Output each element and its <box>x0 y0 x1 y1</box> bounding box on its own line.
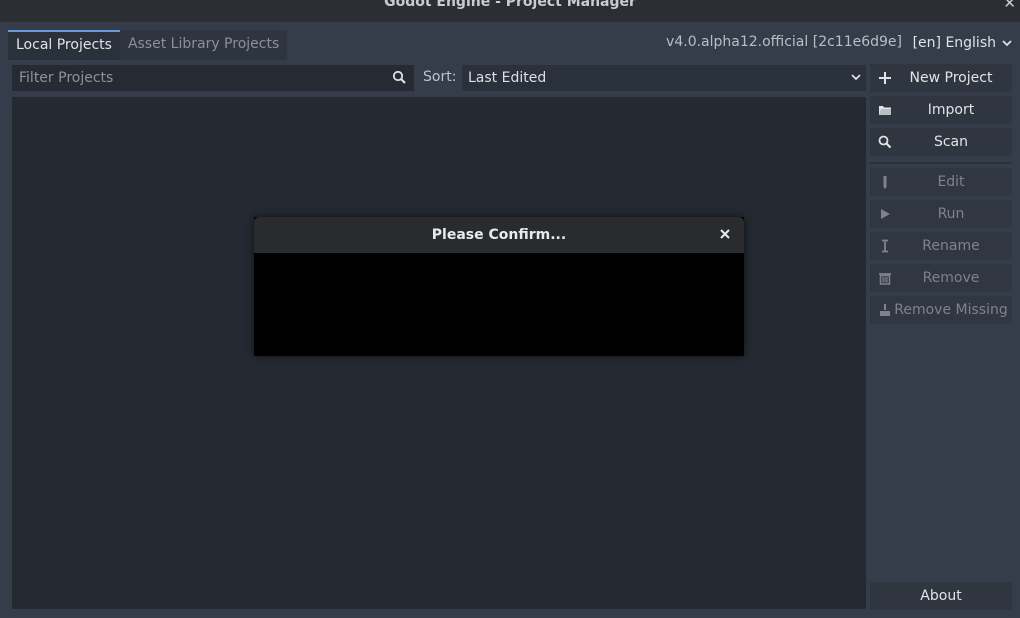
title-bar: Godot Engine - Project Manager ✕ <box>0 0 1020 22</box>
edit-label: Edit <box>937 174 965 190</box>
about-button[interactable]: About <box>870 582 1012 610</box>
remove-missing-label: Remove Missing <box>894 302 1008 318</box>
sort-label: Sort: <box>423 69 457 85</box>
sort-dropdown[interactable]: Last Edited <box>462 65 866 91</box>
broom-icon <box>880 304 890 316</box>
import-label: Import <box>927 102 975 118</box>
project-tabs: Local Projects Asset Library Projects <box>8 30 288 60</box>
dialog-title: Please Confirm... <box>431 227 567 243</box>
chevron-down-icon <box>1002 39 1012 46</box>
remove-button[interactable]: Remove <box>870 264 1012 292</box>
search-icon <box>392 70 406 84</box>
text-cursor-icon <box>882 239 888 253</box>
window-close-button[interactable]: ✕ <box>1003 0 1016 12</box>
edit-button[interactable]: Edit <box>870 168 1012 196</box>
remove-label: Remove <box>922 270 980 286</box>
tab-asset-library-projects[interactable]: Asset Library Projects <box>119 30 288 60</box>
play-icon <box>881 209 890 219</box>
trash-icon <box>879 273 891 285</box>
close-icon[interactable] <box>718 227 732 241</box>
language-label: [en] English <box>912 35 996 51</box>
rename-label: Rename <box>922 238 980 254</box>
confirm-dialog: Please Confirm... <box>254 217 744 356</box>
remove-missing-button[interactable]: Remove Missing <box>870 296 1012 324</box>
run-label: Run <box>937 206 965 222</box>
new-project-button[interactable]: New Project <box>870 64 1012 92</box>
chevron-down-icon <box>851 74 861 81</box>
folder-icon <box>879 106 891 115</box>
new-project-label: New Project <box>909 70 993 86</box>
scan-button[interactable]: Scan <box>870 128 1012 156</box>
plus-icon <box>879 72 891 84</box>
window-title: Godot Engine - Project Manager <box>384 0 636 10</box>
filter-projects-input[interactable]: Filter Projects <box>12 65 414 91</box>
filter-placeholder: Filter Projects <box>19 70 114 86</box>
sort-value: Last Edited <box>468 70 547 86</box>
language-selector[interactable]: [en] English <box>913 35 1012 51</box>
version-label: v4.0.alpha12.official [2c11e6d9e] <box>666 34 902 50</box>
import-button[interactable]: Import <box>870 96 1012 124</box>
about-label: About <box>920 588 962 604</box>
tab-local-projects[interactable]: Local Projects <box>8 30 120 60</box>
dialog-header: Please Confirm... <box>254 217 744 253</box>
search-icon <box>878 135 892 149</box>
action-separator <box>870 162 1012 164</box>
pencil-icon <box>883 176 887 189</box>
rename-button[interactable]: Rename <box>870 232 1012 260</box>
run-button[interactable]: Run <box>870 200 1012 228</box>
scan-label: Scan <box>933 134 969 150</box>
